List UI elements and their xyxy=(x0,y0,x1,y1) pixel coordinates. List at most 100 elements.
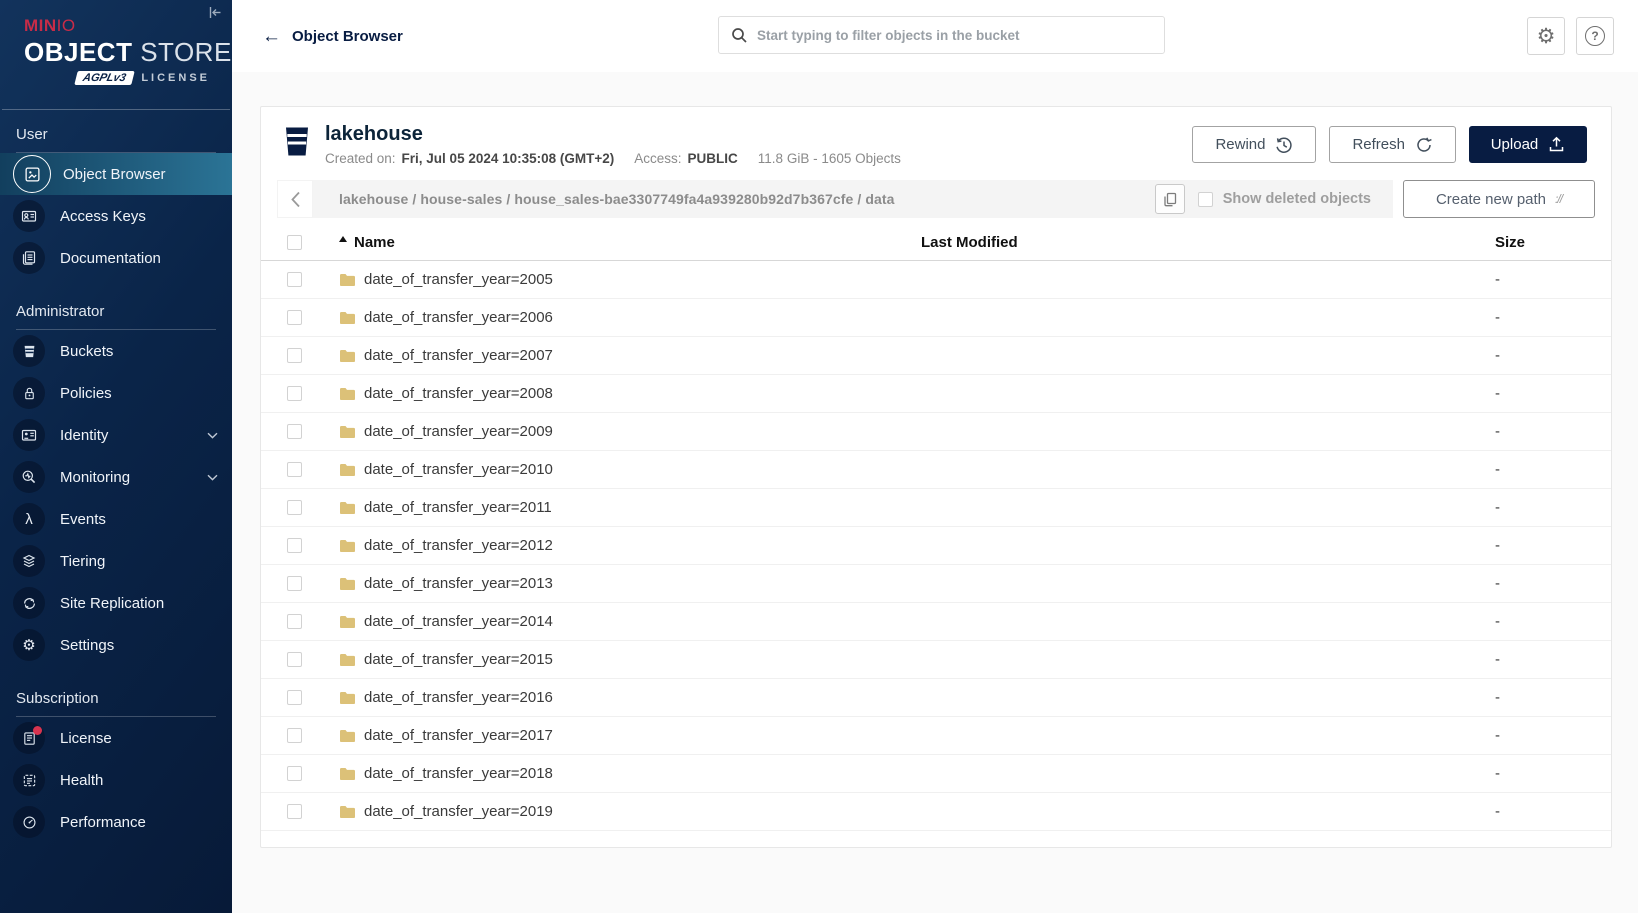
row-checkbox[interactable] xyxy=(287,652,302,667)
column-header-size[interactable]: Size xyxy=(1495,234,1611,251)
help-button[interactable]: ? xyxy=(1576,17,1614,55)
row-checkbox[interactable] xyxy=(287,538,302,553)
sidebar-item-settings[interactable]: ⚙ Settings xyxy=(0,624,232,666)
column-header-name[interactable]: Name xyxy=(339,234,921,251)
copy-path-button[interactable] xyxy=(1155,184,1185,214)
select-all-checkbox[interactable] xyxy=(287,235,302,250)
sidebar-item-identity[interactable]: Identity xyxy=(0,414,232,456)
table-row[interactable]: date_of_transfer_year=2016- xyxy=(261,679,1611,717)
create-new-path-button[interactable]: Create new path :// xyxy=(1403,180,1595,218)
folder-icon xyxy=(339,691,356,705)
sidebar-item-label: Performance xyxy=(60,814,146,831)
folder-link[interactable]: date_of_transfer_year=2012 xyxy=(339,537,921,554)
row-checkbox[interactable] xyxy=(287,272,302,287)
sidebar-item-license[interactable]: License xyxy=(0,717,232,759)
identity-icon xyxy=(13,419,45,451)
breadcrumb-path[interactable]: lakehouse / house-sales / house_sales-ba… xyxy=(339,191,895,207)
row-checkbox[interactable] xyxy=(287,386,302,401)
row-checkbox[interactable] xyxy=(287,424,302,439)
collapse-sidebar-icon[interactable] xyxy=(209,6,222,19)
row-checkbox[interactable] xyxy=(287,766,302,781)
object-name: date_of_transfer_year=2010 xyxy=(364,461,553,478)
chevron-down-icon[interactable] xyxy=(207,474,218,481)
table-row[interactable]: date_of_transfer_year=2012- xyxy=(261,527,1611,565)
table-row[interactable]: date_of_transfer_year=2011- xyxy=(261,489,1611,527)
folder-link[interactable]: date_of_transfer_year=2016 xyxy=(339,689,921,706)
table-row[interactable]: date_of_transfer_year=2005 - xyxy=(261,261,1611,299)
sidebar-item-label: Health xyxy=(60,772,103,789)
row-checkbox[interactable] xyxy=(287,690,302,705)
sidebar-item-buckets[interactable]: Buckets xyxy=(0,330,232,372)
row-checkbox[interactable] xyxy=(287,614,302,629)
folder-link[interactable]: date_of_transfer_year=2019 xyxy=(339,803,921,820)
folder-link[interactable]: date_of_transfer_year=2014 xyxy=(339,613,921,630)
sidebar-item-health[interactable]: Health xyxy=(0,759,232,801)
column-header-last-modified[interactable]: Last Modified xyxy=(921,234,1495,251)
folder-link[interactable]: date_of_transfer_year=2006 xyxy=(339,309,921,326)
folder-link[interactable]: date_of_transfer_year=2007 xyxy=(339,347,921,364)
folder-link[interactable]: date_of_transfer_year=2008 xyxy=(339,385,921,402)
refresh-button[interactable]: Refresh xyxy=(1329,126,1456,163)
size-cell: - xyxy=(1495,271,1611,288)
folder-link[interactable]: date_of_transfer_year=2015 xyxy=(339,651,921,668)
upload-button[interactable]: Upload xyxy=(1469,126,1587,163)
settings-button[interactable]: ⚙ xyxy=(1527,17,1565,55)
table-row[interactable]: date_of_transfer_year=2014- xyxy=(261,603,1611,641)
table-row[interactable]: date_of_transfer_year=2009- xyxy=(261,413,1611,451)
folder-link[interactable]: date_of_transfer_year=2013 xyxy=(339,575,921,592)
folder-link[interactable]: date_of_transfer_year=2010 xyxy=(339,461,921,478)
show-deleted-toggle[interactable]: Show deleted objects xyxy=(1198,191,1379,207)
sidebar-item-policies[interactable]: Policies xyxy=(0,372,232,414)
folder-link[interactable]: date_of_transfer_year=2009 xyxy=(339,423,921,440)
table-row[interactable]: date_of_transfer_year=2006- xyxy=(261,299,1611,337)
table-row[interactable]: date_of_transfer_year=2017- xyxy=(261,717,1611,755)
chevron-down-icon[interactable] xyxy=(207,432,218,439)
table-row[interactable]: date_of_transfer_year=2008- xyxy=(261,375,1611,413)
sidebar-item-performance[interactable]: Performance xyxy=(0,801,232,843)
row-checkbox[interactable] xyxy=(287,576,302,591)
object-name: date_of_transfer_year=2019 xyxy=(364,803,553,820)
access-value: PUBLIC xyxy=(688,151,738,166)
sidebar-item-site-replication[interactable]: Site Replication xyxy=(0,582,232,624)
back-navigation[interactable]: ← Object Browser xyxy=(262,27,403,46)
row-checkbox[interactable] xyxy=(287,348,302,363)
sidebar-section-administrator: Administrator xyxy=(16,303,216,320)
table-row[interactable]: date_of_transfer_year=2010- xyxy=(261,451,1611,489)
row-checkbox[interactable] xyxy=(287,310,302,325)
show-deleted-checkbox[interactable] xyxy=(1198,192,1213,207)
bucket-name: lakehouse xyxy=(325,123,901,146)
sidebar-item-tiering[interactable]: Tiering xyxy=(0,540,232,582)
search-input[interactable] xyxy=(757,28,1152,43)
sidebar-item-monitoring[interactable]: Monitoring xyxy=(0,456,232,498)
size-cell: - xyxy=(1495,765,1611,782)
folder-link[interactable]: date_of_transfer_year=2005 xyxy=(339,271,921,288)
sidebar-item-access-keys[interactable]: Access Keys xyxy=(0,195,232,237)
folder-link[interactable]: date_of_transfer_year=2018 xyxy=(339,765,921,782)
row-checkbox[interactable] xyxy=(287,500,302,515)
table-row[interactable]: date_of_transfer_year=2007- xyxy=(261,337,1611,375)
tiering-icon xyxy=(13,545,45,577)
buckets-icon xyxy=(13,335,45,367)
path-back-button[interactable] xyxy=(277,180,313,218)
bucket-meta: Created on: Fri, Jul 05 2024 10:35:08 (G… xyxy=(325,151,901,166)
breadcrumb: lakehouse / house-sales / house_sales-ba… xyxy=(313,180,1393,218)
object-filter-search[interactable] xyxy=(718,16,1165,54)
back-arrow-icon[interactable]: ← xyxy=(262,27,281,46)
documentation-icon xyxy=(13,242,45,274)
row-checkbox[interactable] xyxy=(287,728,302,743)
rewind-button[interactable]: Rewind xyxy=(1192,126,1316,163)
table-row[interactable]: date_of_transfer_year=2015- xyxy=(261,641,1611,679)
table-row[interactable]: date_of_transfer_year=2018 - xyxy=(261,755,1611,793)
table-row[interactable]: date_of_transfer_year=2019- xyxy=(261,793,1611,831)
folder-link[interactable]: date_of_transfer_year=2011 xyxy=(339,499,921,516)
bucket-icon xyxy=(283,126,311,157)
sidebar-item-events[interactable]: λ Events xyxy=(0,498,232,540)
row-checkbox[interactable] xyxy=(287,462,302,477)
sidebar-item-object-browser[interactable]: Object Browser xyxy=(0,153,232,195)
sidebar-item-documentation[interactable]: Documentation xyxy=(0,237,232,279)
main-area: ← Object Browser ⚙ ? lakehouse xyxy=(232,0,1638,913)
row-checkbox[interactable] xyxy=(287,804,302,819)
folder-link[interactable]: date_of_transfer_year=2017 xyxy=(339,727,921,744)
table-row[interactable]: date_of_transfer_year=2013- xyxy=(261,565,1611,603)
folder-icon xyxy=(339,615,356,629)
